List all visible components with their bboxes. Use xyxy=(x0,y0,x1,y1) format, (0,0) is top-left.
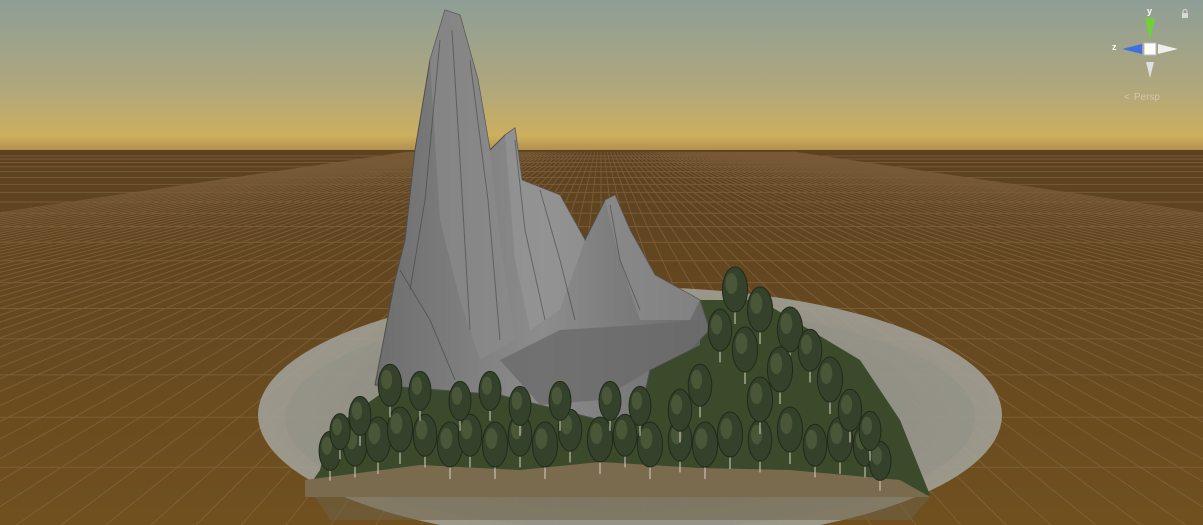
tree-highlight xyxy=(691,369,703,390)
gizmo-z-label: z xyxy=(1112,42,1117,52)
tree-highlight xyxy=(461,419,473,440)
gizmo-neg-z-arrow[interactable] xyxy=(1158,44,1178,54)
projection-toggle[interactable]: < Persp xyxy=(1124,90,1174,104)
tree-highlight xyxy=(481,376,493,395)
tree-highlight xyxy=(751,424,763,445)
tree-highlight xyxy=(390,413,403,434)
tree-highlight xyxy=(780,413,793,434)
tree-highlight xyxy=(601,386,613,405)
gizmo-y-label: y xyxy=(1147,6,1153,16)
sky xyxy=(0,0,1203,160)
tree-highlight xyxy=(801,334,813,355)
gizmo-neg-y-arrow[interactable] xyxy=(1146,62,1154,78)
tree-highlight xyxy=(820,363,833,384)
tree-highlight xyxy=(368,423,381,444)
tree-highlight xyxy=(511,391,523,410)
tree-highlight xyxy=(830,423,843,444)
back-arrow-icon: < xyxy=(1124,91,1130,103)
tree-highlight xyxy=(590,423,603,444)
tree-highlight xyxy=(711,314,723,335)
tree-highlight xyxy=(750,293,763,314)
lock-icon[interactable] xyxy=(1181,9,1189,18)
tree-highlight xyxy=(381,369,393,390)
tree-highlight xyxy=(671,394,683,415)
water-reflection xyxy=(315,497,930,520)
tree-highlight xyxy=(841,394,853,415)
tree-highlight xyxy=(725,273,738,294)
tree-highlight xyxy=(806,429,818,450)
tree-highlight xyxy=(440,428,453,449)
tree-highlight xyxy=(780,313,793,334)
tree-highlight xyxy=(640,428,653,449)
tree-highlight xyxy=(750,383,763,404)
tree-highlight xyxy=(631,391,643,410)
tree-highlight xyxy=(535,428,548,449)
tree-highlight xyxy=(551,386,563,405)
tree-highlight xyxy=(416,419,428,440)
gizmo-y-arrow[interactable] xyxy=(1145,18,1155,40)
tree-highlight xyxy=(616,419,628,440)
scene-viewport[interactable]: y z < Persp xyxy=(0,0,1203,525)
scene-render[interactable] xyxy=(0,0,1203,525)
tree-highlight xyxy=(351,401,363,420)
tree-highlight xyxy=(332,418,342,436)
tree-highlight xyxy=(735,333,748,354)
tree-highlight xyxy=(770,353,783,374)
tree-highlight xyxy=(695,428,708,449)
gizmo-center-cube[interactable] xyxy=(1143,42,1157,56)
tree-highlight xyxy=(720,418,733,439)
gizmo-z-arrow[interactable] xyxy=(1122,44,1142,54)
projection-label: Persp xyxy=(1133,91,1160,103)
scene-orientation-gizmo[interactable]: y z xyxy=(1108,6,1194,102)
tree-highlight xyxy=(485,428,498,449)
tree-highlight xyxy=(861,416,873,435)
tree-highlight xyxy=(411,376,423,395)
tree-highlight xyxy=(451,386,463,405)
